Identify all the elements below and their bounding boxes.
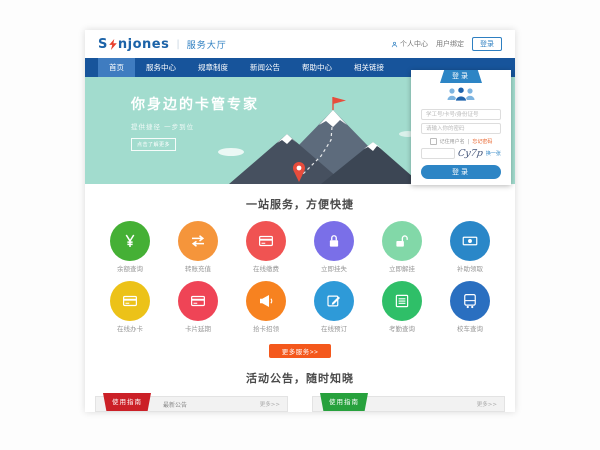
announcements-title: 活动公告，随时知晓 — [85, 370, 515, 386]
service-label: 在线预订 — [300, 325, 368, 333]
card-icon — [121, 292, 139, 310]
personal-center-label: 个人中心 — [400, 39, 428, 49]
service-circle[interactable] — [314, 221, 354, 261]
tab-usage-guide-right[interactable]: 使用指南 — [320, 393, 368, 411]
personal-center-link[interactable]: 个人中心 — [391, 39, 428, 49]
nav-item-service-center[interactable]: 服务中心 — [135, 58, 187, 77]
service-circle[interactable] — [382, 281, 422, 321]
captcha-image[interactable]: Cy7p — [457, 148, 483, 159]
password-input[interactable] — [421, 123, 501, 134]
services-grid: 余额查询 转账充值 在线缴费 — [96, 221, 504, 333]
site-name: 服务大厅 — [187, 38, 227, 51]
service-item-pay[interactable]: 在线缴费 — [232, 221, 300, 273]
service-circle[interactable] — [246, 221, 286, 261]
remember-label: 记住用户名 — [440, 138, 465, 145]
brand-logo[interactable]: S njones — [98, 37, 169, 52]
remember-checkbox[interactable] — [430, 138, 437, 145]
service-circle[interactable] — [110, 221, 150, 261]
megaphone-icon — [257, 292, 275, 310]
login-submit-button[interactable]: 登录 — [421, 165, 501, 179]
service-circle[interactable] — [314, 281, 354, 321]
service-item-card-extend[interactable]: 卡片延期 — [164, 281, 232, 333]
banner-cta-button[interactable]: 点击了解更多 — [131, 138, 176, 151]
logo-text-rest: njones — [118, 37, 169, 52]
captcha-refresh-link[interactable]: 换一张 — [486, 150, 501, 157]
service-label: 立即挂失 — [300, 265, 368, 273]
service-circle[interactable] — [110, 281, 150, 321]
service-label: 立即解挂 — [368, 265, 436, 273]
service-label: 在线办卡 — [96, 325, 164, 333]
service-label: 校车查询 — [436, 325, 504, 333]
list-icon — [393, 292, 411, 310]
yen-icon — [121, 232, 139, 250]
site-header: S njones | 服务大厅 个人中心 用户绑定 登录 — [85, 30, 515, 58]
forgot-password-link[interactable]: 忘记密码 — [472, 138, 492, 145]
header-login-button[interactable]: 登录 — [472, 37, 502, 51]
service-item-school-bus[interactable]: 校车查询 — [436, 281, 504, 333]
service-item-balance[interactable]: 余额查询 — [96, 221, 164, 273]
edit-icon — [325, 292, 343, 310]
card-icon — [257, 232, 275, 250]
logo-divider: | — [176, 39, 179, 50]
service-item-apply-card[interactable]: 在线办卡 — [96, 281, 164, 333]
lightning-icon — [109, 39, 117, 50]
username-input[interactable] — [421, 109, 501, 120]
users-group-icon — [443, 86, 479, 102]
announcements-section: 活动公告，随时知晓 使用指南 最新公告 更多>> 使用指南 更多>> — [85, 370, 515, 412]
user-icon — [391, 41, 398, 48]
service-item-booking[interactable]: 在线预订 — [300, 281, 368, 333]
banknote-icon — [461, 232, 479, 250]
service-label: 考勤查询 — [368, 325, 436, 333]
page: S njones | 服务大厅 个人中心 用户绑定 登录 首页 服务中心 — [85, 30, 515, 412]
bus-icon — [461, 292, 479, 310]
more-services-button[interactable]: 更多服务>> — [269, 344, 331, 358]
service-item-attendance[interactable]: 考勤查询 — [368, 281, 436, 333]
service-label: 卡片延期 — [164, 325, 232, 333]
row-divider: | — [468, 139, 470, 145]
service-label: 补助领取 — [436, 265, 504, 273]
service-circle[interactable] — [450, 221, 490, 261]
mountain-illustration — [203, 94, 443, 184]
service-label: 在线缴费 — [232, 265, 300, 273]
nav-item-home[interactable]: 首页 — [98, 58, 135, 77]
service-circle[interactable] — [178, 281, 218, 321]
login-panel: 登录 记住用户名 | 忘记密码 Cy7p 换一张 登录 — [411, 70, 511, 185]
unlock-icon — [393, 232, 411, 250]
service-circle[interactable] — [450, 281, 490, 321]
service-circle[interactable] — [382, 221, 422, 261]
left-more-link[interactable]: 更多>> — [260, 400, 280, 408]
lock-icon — [325, 232, 343, 250]
tab-latest-news[interactable]: 最新公告 — [163, 400, 187, 409]
service-circle[interactable] — [246, 281, 286, 321]
nav-item-help[interactable]: 帮助中心 — [291, 58, 343, 77]
service-item-subsidy[interactable]: 补助领取 — [436, 221, 504, 273]
service-label: 拾卡招领 — [232, 325, 300, 333]
service-item-unlock[interactable]: 立即解挂 — [368, 221, 436, 273]
announcements-left-bar: 使用指南 最新公告 更多>> — [95, 396, 288, 412]
service-item-transfer[interactable]: 转账充值 — [164, 221, 232, 273]
card-icon — [189, 292, 207, 310]
user-bind-link[interactable]: 用户绑定 — [436, 39, 464, 49]
user-bind-label: 用户绑定 — [436, 39, 464, 49]
transfer-icon — [189, 232, 207, 250]
nav-item-news[interactable]: 新闻公告 — [239, 58, 291, 77]
services-section: 一站服务，方便快捷 余额查询 转账充值 — [85, 184, 515, 358]
service-label: 余额查询 — [96, 265, 164, 273]
service-circle[interactable] — [178, 221, 218, 261]
service-item-report-loss[interactable]: 立即挂失 — [300, 221, 368, 273]
logo-text-s: S — [98, 37, 108, 52]
login-tab[interactable]: 登录 — [440, 70, 482, 83]
nav-item-links[interactable]: 相关链接 — [343, 58, 395, 77]
service-item-lost-found[interactable]: 拾卡招领 — [232, 281, 300, 333]
tab-usage-guide-left[interactable]: 使用指南 — [103, 393, 151, 411]
service-label: 转账充值 — [164, 265, 232, 273]
announcements-right-bar: 使用指南 更多>> — [312, 396, 505, 412]
services-title: 一站服务，方便快捷 — [85, 196, 515, 212]
right-more-link[interactable]: 更多>> — [477, 400, 497, 408]
nav-item-rules[interactable]: 规章制度 — [187, 58, 239, 77]
captcha-input[interactable] — [421, 148, 455, 159]
